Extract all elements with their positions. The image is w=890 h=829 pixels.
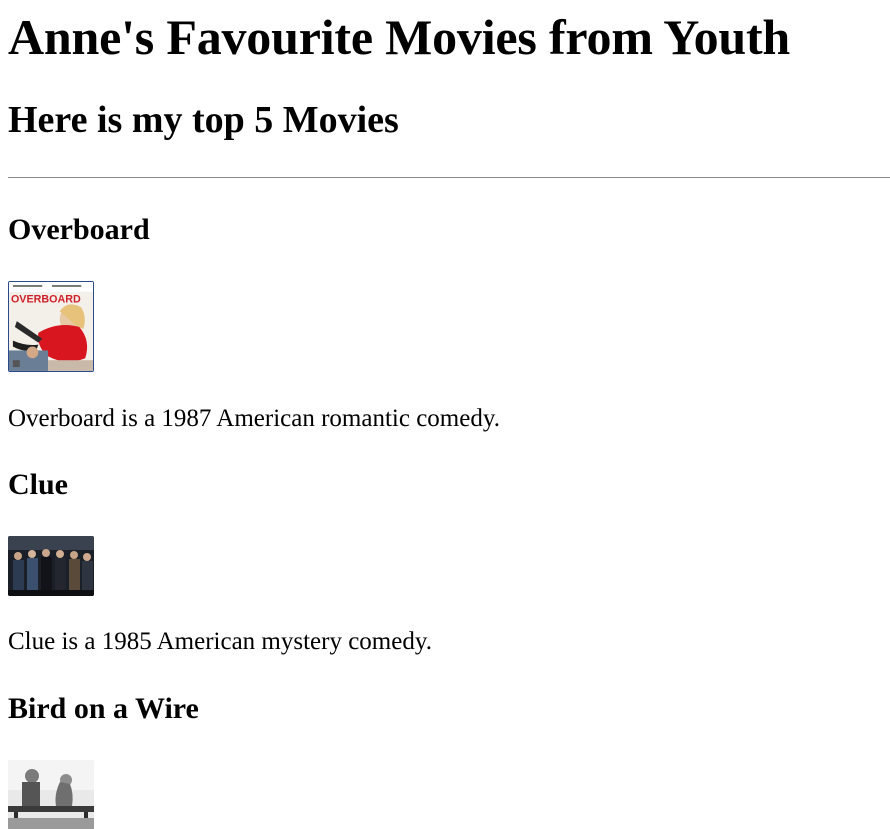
movie-title: Overboard: [8, 213, 150, 246]
movie-poster-bird-on-a-wire: [8, 760, 94, 829]
movie-poster-clue: [8, 536, 94, 596]
movie-description: Clue is a 1985 American mystery comedy.: [8, 628, 432, 655]
page-content: Anne's Favourite Movies from Youth Here …: [0, 12, 890, 829]
movie-title: Bird on a Wire: [8, 692, 199, 725]
page-title: Anne's Favourite Movies from Youth: [8, 9, 791, 65]
movie-title: Clue: [8, 468, 68, 501]
divider: [8, 177, 890, 178]
movie-description: Overboard is a 1987 American romantic co…: [8, 405, 500, 432]
svg-text:OVERBOARD: OVERBOARD: [11, 294, 81, 306]
movie-poster-overboard: OVERBOARD: [8, 281, 94, 372]
movie-item-overboard: Overboard OVERBOARD Overboard is a 1987 …: [8, 215, 890, 431]
page-subtitle: Here is my top 5 Movies: [8, 99, 399, 141]
movie-item-clue: Clue Clue is a 1985 American mystery com…: [8, 470, 890, 654]
movie-item-bird-on-a-wire: Bird on a Wire: [8, 694, 890, 829]
